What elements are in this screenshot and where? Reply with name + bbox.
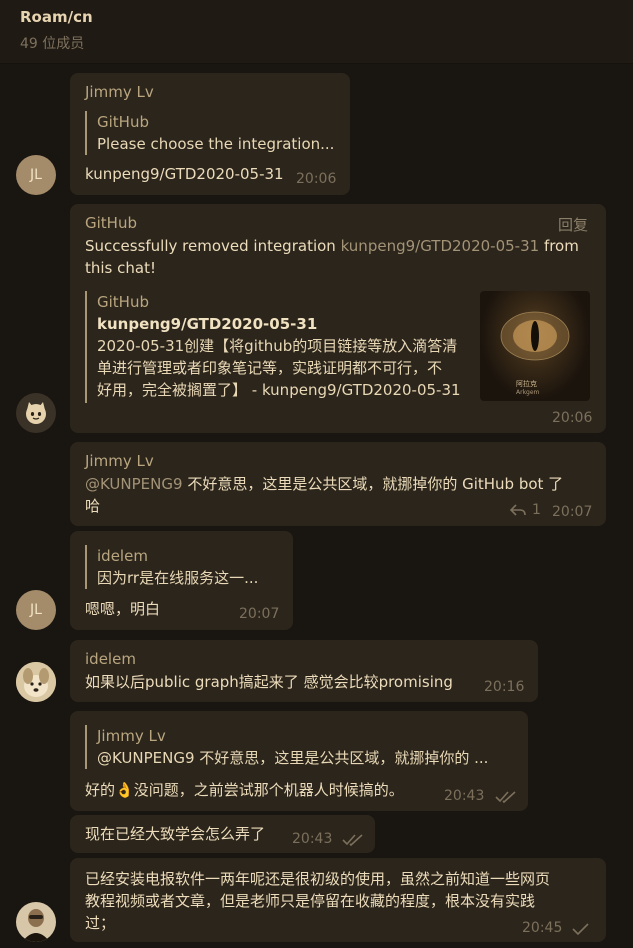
message-text-part: from — [539, 237, 579, 255]
github-octocat-icon — [26, 402, 46, 424]
chat-title: Roam/cn — [20, 8, 93, 26]
quote-sender: idelem — [97, 547, 148, 565]
ok-hand-emoji: 👌 — [115, 781, 134, 799]
message-sender[interactable]: Jimmy Lv — [85, 452, 154, 470]
message-text-part: this chat! — [85, 259, 156, 277]
quote-sender: GitHub — [97, 113, 149, 131]
reply-quote[interactable]: idelem 因为rr是在线服务这一... — [85, 545, 280, 589]
message-text-part: 好的 — [85, 781, 116, 799]
message-sender[interactable]: Jimmy Lv — [85, 83, 154, 101]
quote-text: @KUNPENG9 不好意思，这里是公共区域，就挪掉你的 ... — [97, 749, 489, 767]
single-check-icon — [572, 923, 589, 936]
message-time: 20:43 — [292, 831, 333, 847]
chat-header[interactable]: Roam/cn 49 位成员 — [0, 0, 633, 64]
idelem-avatar[interactable] — [16, 662, 56, 702]
quote-text: 因为rr是在线服务这一... — [97, 569, 259, 587]
person-photo-icon — [16, 902, 56, 942]
message-text: 嗯嗯，明白 — [85, 600, 161, 618]
message-time: 20:43 — [444, 788, 485, 804]
double-check-icon — [495, 791, 516, 804]
message-text-line: 已经安装电报软件一两年呢还是很初级的使用，虽然之前知道一些网页 — [85, 870, 551, 888]
reply-button[interactable]: 回复 — [558, 214, 588, 235]
message-text-part: 没问题，之前尝试那个机器人时候搞的。 — [133, 781, 404, 799]
message-time: 20:06 — [296, 171, 337, 187]
integration-link[interactable]: kunpeng9/GTD2020-05-31 — [341, 237, 540, 255]
message-bubble[interactable]: Jimmy Lv @KUNPENG9 不好意思，这里是公共区域，就挪掉你的 Gi… — [70, 442, 606, 526]
preview-thumbnail[interactable]: 阿拉克 Arkgem — [480, 291, 590, 401]
message-time: 20:07 — [552, 504, 593, 520]
message-text: kunpeng9/GTD2020-05-31 — [85, 165, 284, 183]
thumbnail-caption: Arkgem — [516, 389, 540, 396]
reply-quote[interactable]: GitHub Please choose the integration... — [85, 111, 340, 155]
message-bubble[interactable]: 现在已经大致学会怎么弄了 20:43 — [70, 815, 375, 853]
message-bubble[interactable]: GitHub 回复 Successfully removed integrati… — [70, 204, 606, 433]
message-bubble[interactable]: idelem 如果以后public graph搞起来了 感觉会比较promisi… — [70, 640, 538, 702]
user-mention[interactable]: @KUNPENG9 — [85, 475, 183, 493]
message-text: 如果以后public graph搞起来了 感觉会比较promising — [85, 673, 453, 691]
quote-sender: Jimmy Lv — [97, 727, 166, 745]
message-text-part: Successfully removed integration — [85, 237, 341, 255]
message-bubble[interactable]: idelem 因为rr是在线服务这一... 嗯嗯，明白 20:07 — [70, 531, 293, 630]
user-photo-avatar[interactable] — [16, 902, 56, 942]
reply-quote[interactable]: Jimmy Lv @KUNPENG9 不好意思，这里是公共区域，就挪掉你的 ..… — [85, 725, 510, 769]
double-check-icon — [342, 834, 363, 847]
message-bubble[interactable]: Jimmy Lv @KUNPENG9 不好意思，这里是公共区域，就挪掉你的 ..… — [70, 711, 528, 811]
thumbnail-caption: 阿拉克 — [516, 380, 537, 388]
github-avatar[interactable] — [16, 393, 56, 433]
message-text-part: 不好意思，这里是公共区域，就挪掉你的 GitHub bot 了 — [182, 475, 564, 493]
reply-count: 1 — [532, 502, 541, 518]
message-text: 现在已经大致学会怎么弄了 — [85, 825, 266, 843]
dog-avatar-icon — [16, 662, 56, 702]
quote-text: Please choose the integration... — [97, 135, 335, 153]
message-bubble[interactable]: Jimmy Lv GitHub Please choose the integr… — [70, 73, 350, 195]
reply-arrow-icon — [510, 504, 526, 516]
message-text-line: 教程视频或者文章，但是老师只是停留在收藏的程度，根本没有实践 — [85, 892, 536, 910]
message-time: 20:45 — [522, 920, 563, 936]
avatar[interactable]: JL — [16, 155, 56, 195]
message-text-part: 哈 — [85, 497, 101, 515]
message-text: 好的👌没问题，之前尝试那个机器人时候搞的。 — [85, 779, 404, 801]
message-time: 20:16 — [484, 679, 525, 695]
message-time: 20:07 — [239, 606, 280, 622]
member-count: 49 位成员 — [20, 36, 85, 52]
message-bubble[interactable]: 已经安装电报软件一两年呢还是很初级的使用，虽然之前知道一些网页 教程视频或者文章… — [70, 858, 606, 942]
avatar[interactable]: JL — [16, 590, 56, 630]
message-sender[interactable]: GitHub — [85, 214, 137, 232]
message-sender[interactable]: idelem — [85, 650, 136, 668]
message-text: Successfully removed integration kunpeng… — [85, 235, 600, 279]
message-time: 20:06 — [552, 410, 593, 426]
replies-indicator[interactable]: 1 — [510, 502, 541, 518]
